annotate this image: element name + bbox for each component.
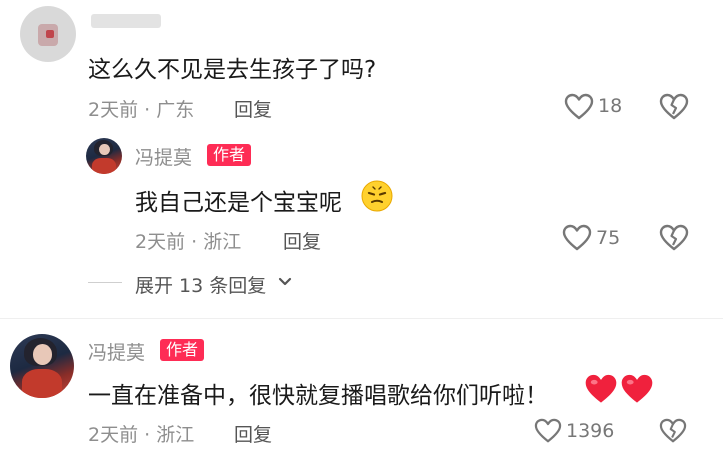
- like-count: 1396: [566, 420, 615, 442]
- comment-text: 一直在准备中，很快就复播唱歌给你们听啦！: [88, 383, 548, 409]
- avatar-blur-dot: [46, 30, 54, 38]
- expand-divider: [88, 282, 122, 283]
- like-count: 75: [596, 227, 621, 249]
- broken-heart-icon[interactable]: [659, 418, 687, 444]
- comment-text: 这么久不见是去生孩子了吗?: [88, 57, 377, 83]
- avatar-face: [33, 344, 53, 365]
- comment-separator: [0, 318, 723, 319]
- heart-emoji-icon: [585, 374, 617, 403]
- avatar-face: [98, 143, 110, 156]
- author-badge: 作者: [160, 339, 205, 361]
- like-count: 18: [598, 95, 623, 117]
- broken-heart-icon[interactable]: [659, 224, 689, 252]
- author-avatar[interactable]: [10, 334, 74, 398]
- reply-button[interactable]: 回复: [234, 420, 272, 447]
- heart-emoji-icon: [621, 374, 653, 403]
- author-name[interactable]: 冯提莫: [135, 143, 192, 170]
- chevron-down-icon[interactable]: [277, 276, 293, 288]
- reply-text: 我自己还是个宝宝呢: [135, 190, 342, 216]
- comment-time-location: 2天前 · 浙江: [88, 424, 195, 446]
- author-badge: 作者: [207, 144, 252, 166]
- comment-section: 这么久不见是去生孩子了吗? 2天前 · 广东 回复 18 冯提莫 作者 我自己还…: [0, 0, 723, 449]
- smirk-emoji-icon: [361, 180, 393, 212]
- broken-heart-icon[interactable]: [659, 93, 689, 121]
- heart-outline-icon[interactable]: [534, 418, 562, 444]
- heart-outline-icon[interactable]: [564, 93, 594, 121]
- comment-time-location: 2天前 · 广东: [88, 99, 195, 121]
- user-avatar[interactable]: [20, 6, 76, 62]
- author-avatar[interactable]: [86, 138, 122, 174]
- expand-replies-button[interactable]: 展开 13 条回复: [135, 271, 266, 298]
- reply-time-location: 2天前 · 浙江: [135, 231, 242, 253]
- reply-button[interactable]: 回复: [283, 227, 321, 254]
- author-name[interactable]: 冯提莫: [88, 338, 145, 365]
- avatar-dress: [21, 369, 63, 398]
- blurred-username[interactable]: [91, 14, 161, 28]
- reply-button[interactable]: 回复: [234, 95, 272, 122]
- heart-outline-icon[interactable]: [562, 224, 592, 252]
- avatar-dress: [92, 157, 116, 174]
